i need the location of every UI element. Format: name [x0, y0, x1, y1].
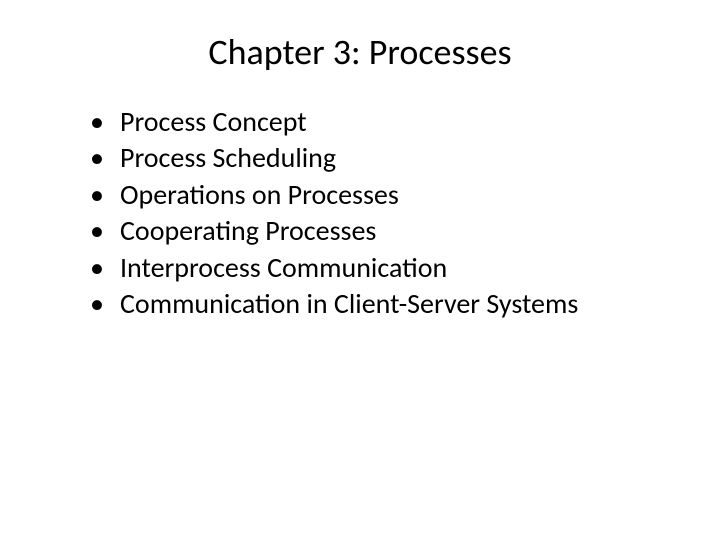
page-title: Chapter 3: Processes [50, 30, 670, 74]
list-item: Cooperating Processes [90, 213, 670, 249]
bullet-list: Process Concept Process Scheduling Opera… [50, 104, 670, 322]
list-item: Process Scheduling [90, 140, 670, 176]
list-item: Communication in Client-Server Systems [90, 286, 670, 322]
list-item: Interprocess Communication [90, 250, 670, 286]
list-item: Operations on Processes [90, 177, 670, 213]
list-item: Process Concept [90, 104, 670, 140]
